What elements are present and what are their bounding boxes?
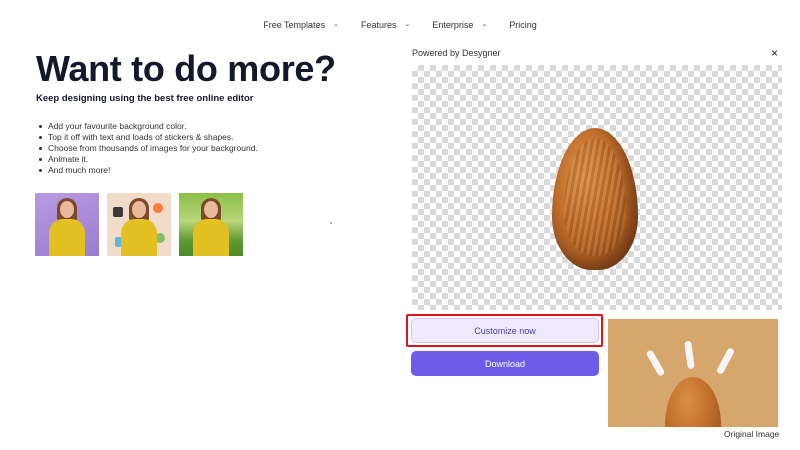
thumbnail-purple-background[interactable] xyxy=(35,193,99,256)
nav-enterprise[interactable]: Enterprise ⌄ xyxy=(432,20,487,30)
chevron-down-icon: ⌄ xyxy=(404,21,411,28)
top-nav: Free Templates ⌄ Features ⌄ Enterprise ⌄… xyxy=(0,20,800,30)
page-subtitle: Keep designing using the best free onlin… xyxy=(36,93,254,104)
person-head-shape xyxy=(204,201,218,218)
almond-cutout-image xyxy=(552,128,638,270)
flake-shape xyxy=(645,349,666,377)
nav-free-templates[interactable]: Free Templates ⌄ xyxy=(263,20,339,30)
flake-shape xyxy=(684,340,695,370)
sticker-shape xyxy=(113,207,123,217)
feature-item: And much more! xyxy=(36,165,258,176)
feature-item: Add your favourite background color. xyxy=(36,121,258,132)
powered-by-label: Powered by Desygner xyxy=(412,48,501,58)
nav-pricing[interactable]: Pricing xyxy=(509,20,537,30)
original-image-label: Original Image xyxy=(724,429,780,439)
nav-features[interactable]: Features ⌄ xyxy=(361,20,410,30)
nav-free-templates-label: Free Templates xyxy=(263,20,326,30)
chevron-down-icon: ⌄ xyxy=(333,21,339,28)
sticker-shape xyxy=(153,203,163,213)
chevron-down-icon: ⌄ xyxy=(481,21,488,28)
nav-features-label: Features xyxy=(360,20,397,30)
nav-enterprise-label: Enterprise xyxy=(432,20,474,30)
thumbnail-park-background[interactable] xyxy=(179,193,243,256)
feature-item: Choose from thousands of images for your… xyxy=(36,143,258,154)
almond-original-image xyxy=(665,377,721,427)
example-thumbnails xyxy=(35,193,243,256)
flake-shape xyxy=(715,346,736,376)
person-body-shape xyxy=(193,219,229,256)
original-image-preview xyxy=(608,319,778,427)
person-body-shape xyxy=(49,219,85,256)
feature-list: Add your favourite background color. Top… xyxy=(36,121,258,176)
feature-item: Animate it. xyxy=(36,154,258,165)
download-button[interactable]: Download xyxy=(411,351,599,376)
close-icon[interactable]: × xyxy=(771,46,778,60)
transparent-preview-canvas xyxy=(412,65,782,310)
person-head-shape xyxy=(132,201,146,218)
person-body-shape xyxy=(121,219,157,256)
thumbnail-sticker-collage[interactable] xyxy=(107,193,171,256)
feature-item: Top it off with text and loads of sticke… xyxy=(36,132,258,143)
person-head-shape xyxy=(60,201,74,218)
page-title: Want to do more? xyxy=(36,48,336,89)
stray-dot xyxy=(330,222,332,224)
customize-now-button[interactable]: Customize now xyxy=(411,318,599,343)
nav-pricing-label: Pricing xyxy=(509,20,537,30)
